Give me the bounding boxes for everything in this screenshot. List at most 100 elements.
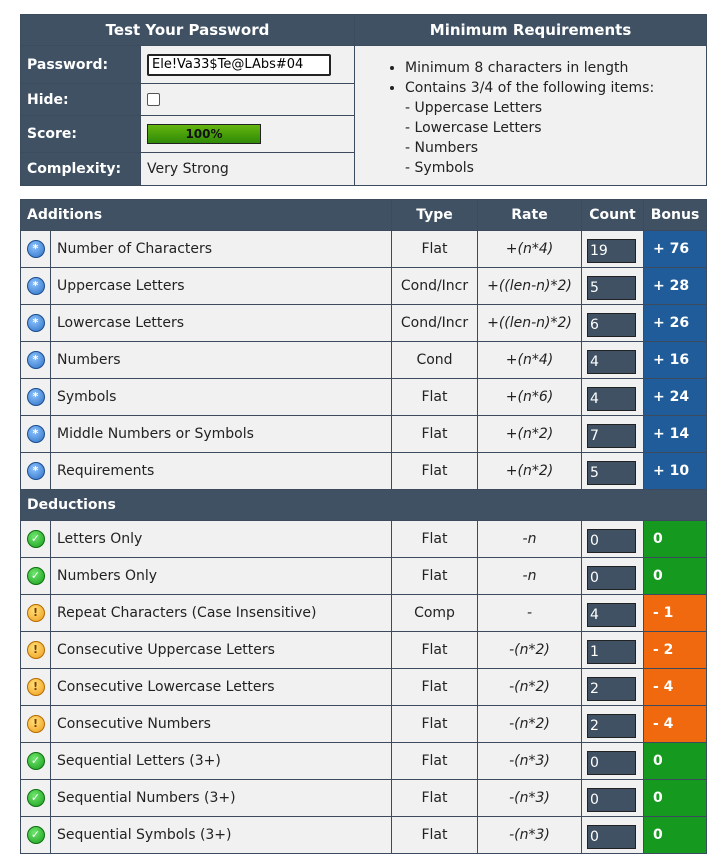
minimum-requirements-heading: Minimum Requirements: [354, 14, 708, 46]
requirement-contains: Contains 3/4 of the following items:: [405, 80, 655, 96]
hide-checkbox[interactable]: [147, 93, 160, 106]
row-bonus: 0: [643, 816, 707, 854]
check-icon: ✓: [26, 826, 45, 844]
row-name: Consecutive Numbers: [50, 705, 392, 743]
row-type: Flat: [391, 230, 478, 268]
row-rate: +(n*6): [477, 378, 582, 416]
row-type: Cond/Incr: [391, 304, 478, 342]
row-count: 7: [587, 424, 636, 448]
row-count: 5: [587, 276, 636, 300]
row-type: Flat: [391, 816, 478, 854]
info-icon: *: [26, 462, 45, 480]
row-rate: -(n*2): [477, 631, 582, 669]
rate-column-header: Rate: [477, 199, 582, 231]
row-name: Sequential Letters (3+): [50, 742, 392, 780]
row-type: Flat: [391, 631, 478, 669]
requirements-list: Minimum 8 characters in length Contains …: [354, 45, 708, 186]
row-type: Flat: [391, 520, 478, 558]
row-bonus: + 10: [643, 452, 707, 490]
table-row: * Numbers Cond +(n*4) 4 + 16: [20, 341, 707, 379]
row-bonus: + 24: [643, 378, 707, 416]
warning-icon: !: [26, 678, 45, 696]
score-breakdown-table: Additions Type Rate Count Bonus * Number …: [20, 199, 707, 854]
row-type: Flat: [391, 378, 478, 416]
score-label: Score:: [20, 115, 141, 153]
warning-icon: !: [26, 715, 45, 733]
additions-heading: Additions: [20, 199, 392, 231]
row-bonus: 0: [643, 779, 707, 817]
row-count: 2: [587, 677, 636, 701]
row-rate: -(n*3): [477, 742, 582, 780]
table-row: * Number of Characters Flat +(n*4) 19 + 76: [20, 230, 707, 268]
requirement-uppercase: - Uppercase Letters: [405, 100, 543, 116]
row-bonus: - 4: [643, 705, 707, 743]
password-test-panel: Test Your Password Minimum Requirements …: [19, 14, 708, 186]
row-rate: +((len-n)*2): [477, 304, 582, 342]
row-bonus: + 16: [643, 341, 707, 379]
password-input[interactable]: Ele!Va33$Te@LAbs#04: [147, 53, 331, 76]
hide-label: Hide:: [20, 83, 141, 116]
row-bonus: - 2: [643, 631, 707, 669]
table-row: ! Consecutive Uppercase Letters Flat -(n*2)…: [20, 631, 707, 669]
table-row: * Middle Numbers or Symbols Flat +(n*2) 7 + 1…: [20, 415, 707, 453]
row-count: 4: [587, 603, 636, 627]
row-count: 0: [587, 825, 636, 849]
table-row: ! Consecutive Numbers Flat -(n*2) 2 - 4: [20, 705, 707, 743]
table-row: ✓ Sequential Symbols (3+) Flat -(n*3) 0 0: [20, 816, 707, 854]
password-label: Password:: [20, 45, 141, 84]
info-icon: *: [26, 425, 45, 443]
info-icon: *: [26, 277, 45, 295]
row-bonus: + 14: [643, 415, 707, 453]
table-row: * Uppercase Letters Cond/Incr +((len-n)*2) 5…: [20, 267, 707, 305]
table-row: ✓ Sequential Letters (3+) Flat -(n*3) 0 0: [20, 742, 707, 780]
row-type: Flat: [391, 705, 478, 743]
row-bonus: + 26: [643, 304, 707, 342]
row-name: Consecutive Lowercase Letters: [50, 668, 392, 706]
row-name: Sequential Symbols (3+): [50, 816, 392, 854]
row-bonus: - 4: [643, 668, 707, 706]
row-type: Flat: [391, 452, 478, 490]
info-icon: *: [26, 314, 45, 332]
row-rate: +((len-n)*2): [477, 267, 582, 305]
count-column-header: Count: [581, 199, 644, 231]
row-bonus: 0: [643, 742, 707, 780]
row-rate: +(n*4): [477, 341, 582, 379]
row-rate: -(n*3): [477, 779, 582, 817]
row-count: 4: [587, 350, 636, 374]
table-row: * Symbols Flat +(n*6) 4 + 24: [20, 378, 707, 416]
type-column-header: Type: [391, 199, 478, 231]
row-count: 5: [587, 461, 636, 485]
row-name: Uppercase Letters: [50, 267, 392, 305]
complexity-label: Complexity:: [20, 152, 141, 186]
row-count: 1: [587, 640, 636, 664]
row-name: Sequential Numbers (3+): [50, 779, 392, 817]
row-name: Requirements: [50, 452, 392, 490]
row-type: Flat: [391, 779, 478, 817]
table-row: * Requirements Flat +(n*2) 5 + 10: [20, 452, 707, 490]
row-name: Consecutive Uppercase Letters: [50, 631, 392, 669]
row-name: Lowercase Letters: [50, 304, 392, 342]
warning-icon: !: [26, 641, 45, 659]
row-count: 4: [587, 387, 636, 411]
row-name: Middle Numbers or Symbols: [50, 415, 392, 453]
test-password-heading: Test Your Password: [19, 14, 356, 46]
info-icon: *: [26, 351, 45, 369]
table-row: ! Repeat Characters (Case Insensitive) Com…: [20, 594, 707, 632]
info-icon: *: [26, 240, 45, 258]
warning-icon: !: [26, 604, 45, 622]
row-count: 19: [587, 239, 636, 263]
row-rate: -(n*2): [477, 668, 582, 706]
row-name: Numbers Only: [50, 557, 392, 595]
row-name: Symbols: [50, 378, 392, 416]
complexity-value: Very Strong: [139, 152, 356, 186]
row-rate: -: [477, 594, 582, 632]
row-type: Flat: [391, 557, 478, 595]
check-icon: ✓: [26, 567, 45, 585]
row-rate: -n: [477, 520, 582, 558]
score-bar: 100%: [147, 124, 261, 144]
row-name: Letters Only: [50, 520, 392, 558]
row-type: Cond/Incr: [391, 267, 478, 305]
table-row: * Lowercase Letters Cond/Incr +((len-n)*2) 6…: [20, 304, 707, 342]
row-type: Comp: [391, 594, 478, 632]
row-count: 2: [587, 714, 636, 738]
